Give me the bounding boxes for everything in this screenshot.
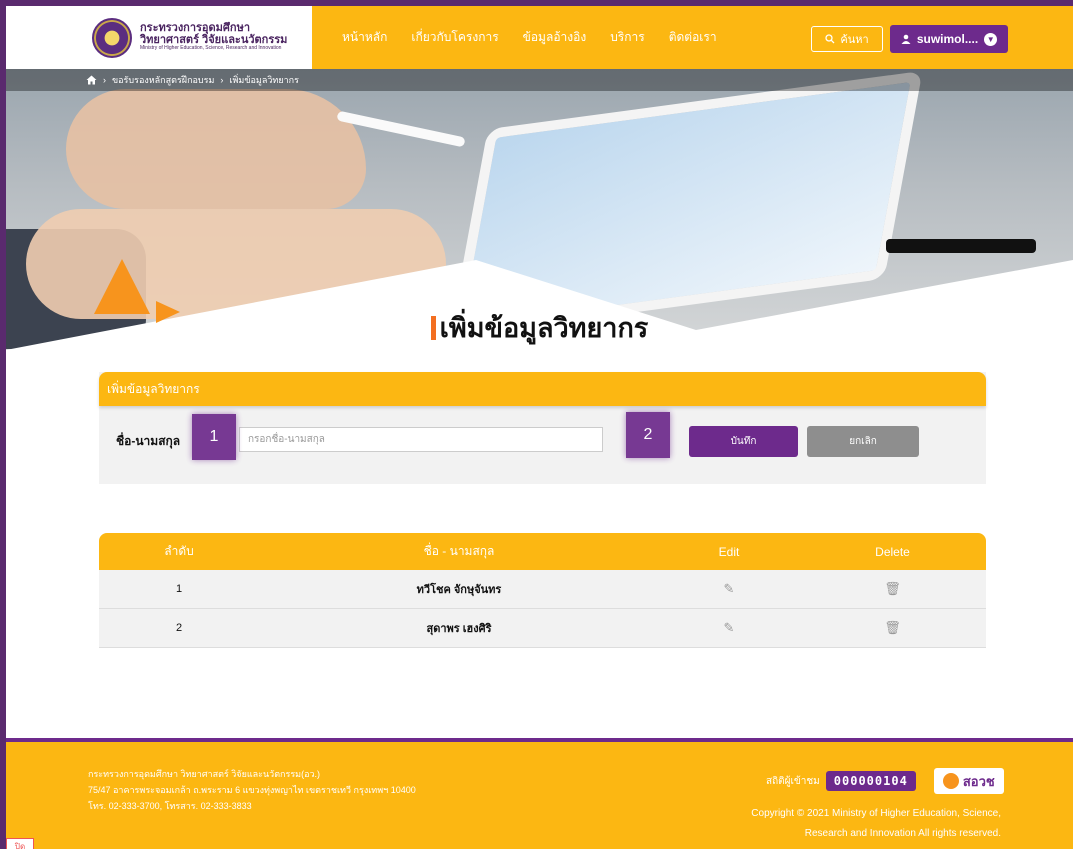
breadcrumb-item-current: เพิ่มข้อมูลวิทยากร [229,75,299,85]
visitor-counter: 000000104 [825,771,916,791]
nav-home[interactable]: หน้าหลัก [342,28,387,47]
main-nav: หน้าหลัก เกี่ยวกับโครงการ ข้อมูลอ้างอิง … [342,6,717,69]
brand-logo[interactable]: สอวช [933,768,1004,794]
home-icon[interactable] [86,75,97,85]
step-marker-2: 2 [626,412,670,458]
col-header-name: ชื่อ - นามสกุล [423,544,495,558]
breadcrumb-separator-icon: › [220,75,224,85]
col-header-delete: Delete [875,544,910,559]
org-name-en: Ministry of Higher Education, Science, R… [140,45,282,52]
row-name: ทวีโชค จักษุจันทร [416,584,502,596]
visitor-label: สถิติผู้เข้าชม [766,775,820,787]
chevron-down-icon: ▼ [984,32,998,46]
row-number: 1 [175,583,183,595]
logo[interactable]: กระทรวงการอุดมศึกษา วิทยาศาสตร์ วิจัยและ… [6,6,312,69]
user-name: suwimol.... [916,32,979,46]
nav-contact[interactable]: ติดต่อเรา [669,28,717,47]
pencil-icon[interactable]: ✎ [724,620,735,636]
panel-title: เพิ่มข้อมูลวิทยากร [99,372,986,406]
trash-icon[interactable]: 🗑 [884,581,901,597]
breadcrumb: › ขอรับรองหลักสูตรฝึกอบรม › เพิ่มข้อมูลว… [6,69,1073,91]
footer-phone: โทร. 02-333-3700, โทรสาร. 02-333-3833 [88,801,252,811]
row-number: 2 [175,622,183,634]
table-row: 2 สุดาพร เฮงศิริ ✎ 🗑 [99,609,986,648]
trash-icon[interactable]: 🗑 [884,620,901,636]
search-icon [825,34,835,44]
copyright: Copyright © 2021 Ministry of Higher Educ… [751,808,1001,839]
footer-address: กระทรวงการอุดมศึกษา วิทยาศาสตร์ วิจัยและ… [88,766,416,814]
user-menu-button[interactable]: suwimol.... ▼ [890,25,1008,53]
corner-close-button[interactable]: ปิด [6,838,34,849]
visitor-stats: สถิติผู้เข้าชม 000000104 สอวช [766,768,1004,794]
cancel-button[interactable]: ยกเลิก [807,426,919,457]
breadcrumb-item-course[interactable]: ขอรับรองหลักสูตรฝึกอบรม [112,73,214,87]
nav-services[interactable]: บริการ [610,28,645,47]
table-header: ลำดับ ชื่อ - นามสกุล Edit Delete [99,533,986,570]
table-row: 1 ทวีโชค จักษุจันทร ✎ 🗑 [99,570,986,609]
col-header-edit: Edit [718,544,740,559]
search-button[interactable]: ค้นหา [811,26,883,52]
nav-reference[interactable]: ข้อมูลอ้างอิง [523,28,587,47]
pencil-icon[interactable]: ✎ [724,581,735,597]
col-header-no: ลำดับ [164,544,194,558]
user-icon [901,34,911,44]
page-title: เพิ่มข้อมูลวิทยากร [6,306,1073,349]
footer-address-line: 75/47 อาคารพระจอมเกล้า ถ.พระราม 6 แขวงทุ… [88,785,416,795]
footer: กระทรวงการอุดมศึกษา วิทยาศาสตร์ วิจัยและ… [6,738,1073,849]
name-label: ชื่อ-นามสกุล [116,434,181,448]
top-navbar: กระทรวงการอุดมศึกษา วิทยาศาสตร์ วิจัยและ… [6,6,1073,69]
speaker-table: ลำดับ ชื่อ - นามสกุล Edit Delete 1 ทวีโช… [99,533,986,648]
row-name: สุดาพร เฮงศิริ [426,623,492,635]
brand-mark-icon [942,773,959,789]
page: กระทรวงการอุดมศึกษา วิทยาศาสตร์ วิจัยและ… [0,0,1073,849]
save-button[interactable]: บันทึก [689,426,798,457]
nav-about[interactable]: เกี่ยวกับโครงการ [411,28,498,47]
breadcrumb-separator-icon: › [103,75,106,85]
search-label: ค้นหา [840,34,869,46]
step-marker-1: 1 [192,414,236,460]
footer-org: กระทรวงการอุดมศึกษา วิทยาศาสตร์ วิจัยและ… [88,769,321,779]
name-input[interactable] [239,427,603,452]
ministry-seal-icon [92,17,132,58]
